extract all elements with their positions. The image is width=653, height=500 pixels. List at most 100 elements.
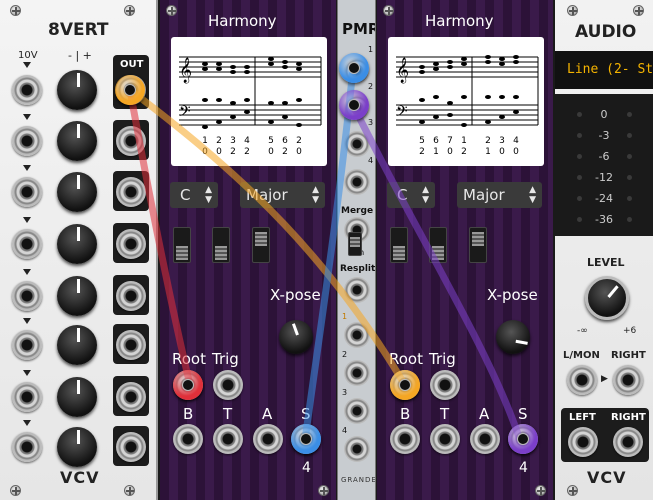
output-number: 1 bbox=[342, 312, 348, 321]
svg-text:2: 2 bbox=[419, 147, 425, 157]
key-select[interactable]: C ▲ ▼ bbox=[170, 182, 218, 208]
tenor-output-jack[interactable] bbox=[213, 424, 243, 454]
scale-select[interactable]: Major ▲ ▼ bbox=[457, 182, 542, 208]
input-jack[interactable] bbox=[12, 229, 42, 259]
gain-knob[interactable] bbox=[57, 377, 97, 417]
input-jack[interactable] bbox=[12, 75, 42, 105]
alto-output-jack[interactable] bbox=[253, 424, 283, 454]
cable-plug-purple[interactable] bbox=[339, 90, 369, 120]
module-title: 8VERT bbox=[48, 20, 109, 40]
voice-label-b: B bbox=[400, 405, 411, 423]
meter-led bbox=[627, 112, 632, 117]
screw-icon bbox=[535, 485, 546, 496]
cable-plug-purple[interactable] bbox=[508, 424, 538, 454]
output-jack[interactable] bbox=[116, 229, 146, 259]
svg-text:2: 2 bbox=[461, 147, 467, 157]
toggle-switch[interactable] bbox=[212, 227, 230, 263]
alto-output-jack[interactable] bbox=[470, 424, 500, 454]
trig-input-jack[interactable] bbox=[213, 370, 243, 400]
poly-output-jack[interactable] bbox=[344, 398, 370, 424]
input-number: 3 bbox=[368, 118, 374, 127]
svg-text:6: 6 bbox=[433, 136, 439, 146]
poly-output-jack[interactable] bbox=[344, 436, 370, 462]
toggle-switch[interactable] bbox=[252, 227, 270, 263]
scale-select[interactable]: Major ▲ ▼ bbox=[240, 182, 325, 208]
right-output-jack[interactable] bbox=[613, 427, 643, 457]
module-title: Harmony bbox=[208, 12, 277, 30]
level-knob[interactable] bbox=[585, 276, 629, 320]
gain-knob[interactable] bbox=[57, 276, 97, 316]
device-display[interactable]: Line (2- St bbox=[555, 51, 653, 89]
input-jack[interactable] bbox=[12, 177, 42, 207]
level-meter: 0 -3 -6 -12 -24 -36 bbox=[555, 94, 653, 236]
meter-value: -24 bbox=[595, 192, 613, 205]
cable-plug-red[interactable] bbox=[173, 370, 203, 400]
music-staff-icon: 𝄞 𝄢 1 2 3 4 5 6 2 0 0 2 2 0 2 0 bbox=[179, 56, 322, 157]
poly-output-jack[interactable] bbox=[344, 360, 370, 386]
gain-knob[interactable] bbox=[57, 325, 97, 365]
output-number: 4 bbox=[342, 426, 348, 435]
right-output-label: RIGHT bbox=[611, 412, 646, 423]
gain-knob[interactable] bbox=[57, 70, 97, 110]
output-jack[interactable] bbox=[116, 126, 146, 156]
meter-led bbox=[577, 175, 582, 180]
gain-knob[interactable] bbox=[57, 172, 97, 212]
gain-knob[interactable] bbox=[57, 224, 97, 264]
gain-knob[interactable] bbox=[57, 427, 97, 467]
gain-knob[interactable] bbox=[57, 121, 97, 161]
resplit-input-jack[interactable] bbox=[344, 277, 370, 303]
toggle-switch[interactable] bbox=[469, 227, 487, 263]
key-select[interactable]: C ▲ ▼ bbox=[387, 182, 435, 208]
input-number: 2 bbox=[368, 82, 374, 91]
left-input-jack[interactable] bbox=[567, 365, 597, 395]
xpose-knob[interactable] bbox=[496, 320, 530, 354]
input-jack[interactable] bbox=[12, 382, 42, 412]
arrow-down-icon bbox=[23, 269, 31, 275]
screw-icon bbox=[318, 485, 329, 496]
scale-value: Major bbox=[246, 186, 288, 204]
input-jack[interactable] bbox=[12, 330, 42, 360]
poly-input-jack[interactable] bbox=[344, 169, 370, 195]
meter-led bbox=[627, 217, 632, 222]
svg-text:3: 3 bbox=[230, 136, 236, 146]
poly-input-jack[interactable] bbox=[344, 131, 370, 157]
cable-plug-blue[interactable] bbox=[339, 53, 369, 83]
meter-value: -6 bbox=[598, 150, 610, 163]
trig-input-jack[interactable] bbox=[430, 370, 460, 400]
xpose-knob[interactable] bbox=[279, 320, 313, 354]
channel-count: 4 bbox=[302, 460, 311, 476]
meter-led bbox=[577, 133, 582, 138]
output-jack[interactable] bbox=[116, 432, 146, 462]
nth-switch[interactable] bbox=[348, 232, 362, 256]
left-output-jack[interactable] bbox=[568, 427, 598, 457]
toggle-switch[interactable] bbox=[173, 227, 191, 263]
toggle-switch[interactable] bbox=[390, 227, 408, 263]
output-jack[interactable] bbox=[116, 177, 146, 207]
right-input-jack[interactable] bbox=[613, 365, 643, 395]
input-jack[interactable] bbox=[12, 281, 42, 311]
cable-plug-orange[interactable] bbox=[115, 75, 145, 105]
meter-led bbox=[627, 154, 632, 159]
cable-plug-blue[interactable] bbox=[291, 424, 321, 454]
output-jack[interactable] bbox=[116, 330, 146, 360]
bass-output-jack[interactable] bbox=[173, 424, 203, 454]
module-title: AUDIO bbox=[575, 22, 637, 42]
svg-text:2: 2 bbox=[485, 136, 491, 146]
svg-text:𝄞: 𝄞 bbox=[396, 57, 409, 83]
updown-icon: ▲ ▼ bbox=[312, 185, 319, 205]
input-jack[interactable] bbox=[12, 432, 42, 462]
output-jack[interactable] bbox=[116, 382, 146, 412]
scale-value: Major bbox=[463, 186, 505, 204]
tenor-output-jack[interactable] bbox=[430, 424, 460, 454]
module-title: PMR bbox=[342, 20, 376, 38]
bass-output-jack[interactable] bbox=[390, 424, 420, 454]
poly-output-jack[interactable] bbox=[344, 322, 370, 348]
input-jack[interactable] bbox=[12, 126, 42, 156]
toggle-switch[interactable] bbox=[429, 227, 447, 263]
svg-text:0: 0 bbox=[499, 147, 505, 157]
output-jack[interactable] bbox=[116, 281, 146, 311]
score-display: 𝄞 𝄢 1 2 3 4 5 6 2 0 0 2 2 0 2 0 bbox=[171, 37, 327, 166]
level-max: +6 bbox=[623, 326, 637, 336]
svg-text:1: 1 bbox=[202, 136, 208, 146]
cable-plug-orange[interactable] bbox=[390, 370, 420, 400]
